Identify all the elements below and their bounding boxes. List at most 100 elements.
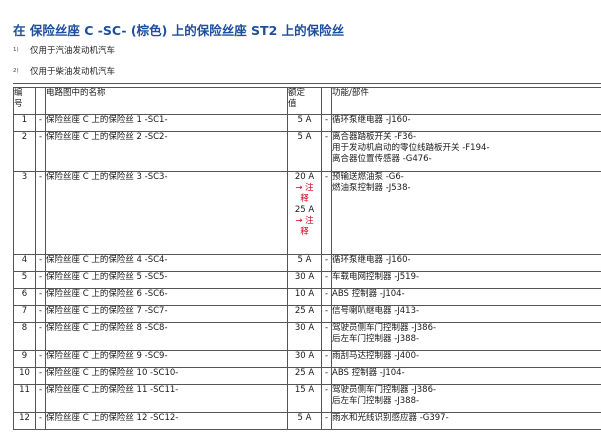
header-value: 额定值 <box>287 87 322 115</box>
fuse-table: 编号 电路图中的名称 额定值 功能/部件 1- 保险丝座 C 上的保险丝 1 -S… <box>13 87 601 430</box>
rating-value: 25 A <box>294 205 315 215</box>
dash-cell: - <box>35 288 46 306</box>
table-row: 11- 保险丝座 C 上的保险丝 11 -SC11- 15 A - 驾驶员侧车门控制器 … <box>13 384 601 413</box>
footnote-ref: 释 <box>300 194 309 204</box>
footnote-mark: 1) <box>13 47 19 53</box>
dash-cell: - <box>321 131 332 172</box>
fuse-name: 保险丝座 C 上的保险丝 4 -SC4- <box>45 254 288 272</box>
component-name: ABS 控制器 -J104- <box>332 289 405 299</box>
rating-value: 5 A <box>297 115 312 125</box>
component-name: 燃油泵控制器 -J538- <box>332 183 411 193</box>
dash-cell: - <box>321 412 332 430</box>
rating-value: 30 A <box>294 351 315 361</box>
page-title: 在 保险丝座 C -SC- (棕色) 上的保险丝座 ST2 上的保险丝 <box>13 23 345 38</box>
fuse-function: 预输送燃油泵 -G6- 燃油泵控制器 -J538- <box>331 171 601 255</box>
table-row: 4- 保险丝座 C 上的保险丝 4 -SC4- 5 A - 循环泵继电器 -J160- <box>13 254 601 272</box>
component-name: 离合器踏板开关 -F36- <box>332 132 417 142</box>
footnote-text: 仅用于汽油发动机汽车 <box>30 46 116 56</box>
header-number: 编号 <box>13 87 36 115</box>
dash-cell: - <box>321 288 332 306</box>
fuse-function: 循环泵继电器 -J160- <box>331 114 601 132</box>
component-name: 驾驶员侧车门控制器 -J386- <box>332 385 437 395</box>
component-name: 离合器位置传感器 -G476- <box>332 154 432 164</box>
rating-value: 30 A <box>294 272 315 282</box>
fuse-name: 保险丝座 C 上的保险丝 9 -SC9- <box>45 350 288 368</box>
component-name: 雨水和光线识别感应器 -G397- <box>332 413 449 423</box>
fuse-number: 1 <box>13 114 36 132</box>
component-name: 预输送燃油泵 -G6- <box>332 172 404 182</box>
table-row: 10- 保险丝座 C 上的保险丝 10 -SC10- 25 A - ABS 控制器 -J… <box>13 367 601 385</box>
table-row: 7- 保险丝座 C 上的保险丝 7 -SC7- 25 A - 信号喇叭继电器 -J413… <box>13 305 601 323</box>
fuse-rating: 30 A <box>287 350 322 368</box>
dash-cell: - <box>321 322 332 351</box>
dash-cell: - <box>35 114 46 132</box>
footnotes: 1) 仅用于汽油发动机汽车 2) 仅用于柴油发动机汽车 <box>13 46 115 88</box>
dash-cell: - <box>35 350 46 368</box>
fuse-function: 雨水和光线识别感应器 -G397- <box>331 412 601 430</box>
fuse-name: 保险丝座 C 上的保险丝 1 -SC1- <box>45 114 288 132</box>
fuse-function: 信号喇叭继电器 -J413- <box>331 305 601 323</box>
fuse-name: 保险丝座 C 上的保险丝 10 -SC10- <box>45 367 288 385</box>
fuse-number: 9 <box>13 350 36 368</box>
dash-cell: - <box>321 350 332 368</box>
dash-cell: - <box>35 384 46 413</box>
fuse-rating: 15 A <box>287 384 322 413</box>
table-header-row: 编号 电路图中的名称 额定值 功能/部件 <box>13 87 601 115</box>
fuse-function: 离合器踏板开关 -F36- 用于发动机启动的零位线踏板开关 -F194- 离合器位置… <box>331 131 601 172</box>
table-row: 9- 保险丝座 C 上的保险丝 9 -SC9- 30 A - 雨刮马达控制器 -J400… <box>13 350 601 368</box>
footnote: 1) 仅用于汽油发动机汽车 <box>13 46 115 67</box>
dash-cell: - <box>321 271 332 289</box>
dash-cell: - <box>35 254 46 272</box>
component-name: 雨刮马达控制器 -J400- <box>332 351 420 361</box>
fuse-number: 4 <box>13 254 36 272</box>
fuse-function: ABS 控制器 -J104- <box>331 288 601 306</box>
fuse-number: 3 <box>13 171 36 255</box>
fuse-name: 保险丝座 C 上的保险丝 6 -SC6- <box>45 288 288 306</box>
rating-value: 10 A <box>294 289 315 299</box>
component-name: 车载电网控制器 -J519- <box>332 272 420 282</box>
fuse-number: 8 <box>13 322 36 351</box>
fuse-name: 保险丝座 C 上的保险丝 3 -SC3- <box>45 171 288 255</box>
table-row: 3- 保险丝座 C 上的保险丝 3 -SC3- 20 A → 注释 25 A → 注释-预… <box>13 171 601 255</box>
footnote: 2) 仅用于柴油发动机汽车 <box>13 67 115 88</box>
fuse-function: 车载电网控制器 -J519- <box>331 271 601 289</box>
rating-value: 30 A <box>294 323 315 333</box>
dash-cell: - <box>321 305 332 323</box>
rating-value: 25 A <box>294 306 315 316</box>
component-name: 循环泵继电器 -J160- <box>332 255 411 265</box>
dash-cell: - <box>321 367 332 385</box>
footnote-ref: → 注 <box>295 216 314 226</box>
table-row: 1- 保险丝座 C 上的保险丝 1 -SC1- 5 A - 循环泵继电器 -J160- <box>13 114 601 132</box>
fuse-name: 保险丝座 C 上的保险丝 7 -SC7- <box>45 305 288 323</box>
dash-cell: - <box>35 322 46 351</box>
fuse-rating: 5 A <box>287 114 322 132</box>
table-row: 12- 保险丝座 C 上的保险丝 12 -SC12- 5 A - 雨水和光线识别感应器 … <box>13 412 601 430</box>
footnote-mark: 2) <box>13 68 19 74</box>
table-row: 8- 保险丝座 C 上的保险丝 8 -SC8- 30 A - 驾驶员侧车门控制器 -J3… <box>13 322 601 351</box>
component-name: 循环泵继电器 -J160- <box>332 115 411 125</box>
footnote-text: 仅用于柴油发动机汽车 <box>30 67 116 77</box>
component-name: 用于发动机启动的零位线踏板开关 -F194- <box>332 143 490 153</box>
dash-cell: - <box>321 114 332 132</box>
fuse-name: 保险丝座 C 上的保险丝 5 -SC5- <box>45 271 288 289</box>
fuse-function: ABS 控制器 -J104- <box>331 367 601 385</box>
header-function: 功能/部件 <box>331 87 601 115</box>
dash-cell: - <box>321 384 332 413</box>
dash-cell: - <box>35 171 46 255</box>
dash-cell: - <box>321 254 332 272</box>
fuse-number: 6 <box>13 288 36 306</box>
fuse-rating: 25 A <box>287 305 322 323</box>
fuse-function: 循环泵继电器 -J160- <box>331 254 601 272</box>
fuse-number: 5 <box>13 271 36 289</box>
component-name: 信号喇叭继电器 -J413- <box>332 306 420 316</box>
header-dash <box>321 87 332 115</box>
separator-line <box>13 83 601 84</box>
fuse-rating: 5 A <box>287 131 322 172</box>
table-row: 5- 保险丝座 C 上的保险丝 5 -SC5- 30 A - 车载电网控制器 -J519… <box>13 271 601 289</box>
component-name: 后左车门控制器 -J388- <box>332 334 420 344</box>
fuse-name: 保险丝座 C 上的保险丝 11 -SC11- <box>45 384 288 413</box>
fuse-rating: 5 A <box>287 412 322 430</box>
fuse-function: 雨刮马达控制器 -J400- <box>331 350 601 368</box>
rating-value: 25 A <box>294 368 315 378</box>
dash-cell: - <box>35 271 46 289</box>
